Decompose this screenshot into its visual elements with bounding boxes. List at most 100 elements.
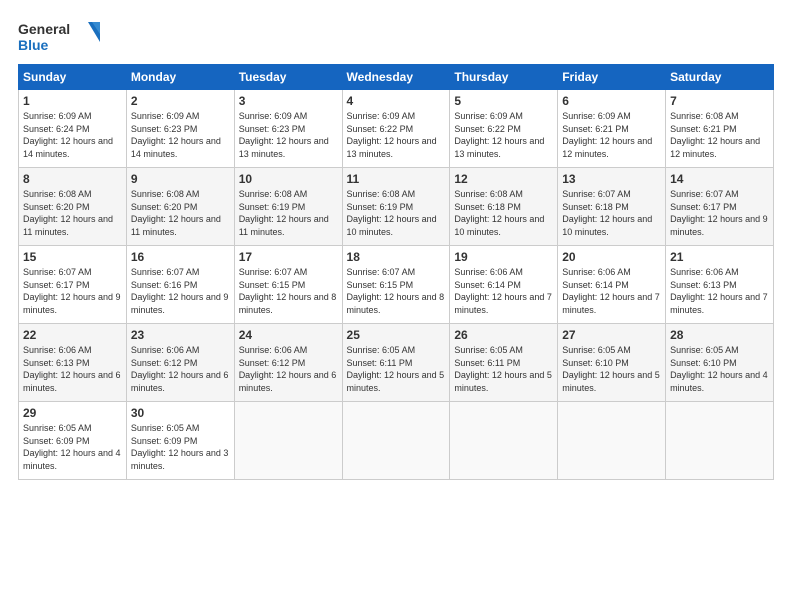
cell-day-number: 24 — [239, 328, 338, 342]
cell-info: Sunrise: 6:05 AMSunset: 6:11 PMDaylight:… — [454, 344, 553, 394]
cell-day-number: 1 — [23, 94, 122, 108]
calendar-cell: 8Sunrise: 6:08 AMSunset: 6:20 PMDaylight… — [19, 168, 127, 246]
calendar-header-sunday: Sunday — [19, 65, 127, 90]
cell-day-number: 30 — [131, 406, 230, 420]
calendar-cell: 4Sunrise: 6:09 AMSunset: 6:22 PMDaylight… — [342, 90, 450, 168]
logo-svg: General Blue — [18, 18, 108, 54]
cell-info: Sunrise: 6:08 AMSunset: 6:18 PMDaylight:… — [454, 188, 553, 238]
calendar-header-saturday: Saturday — [666, 65, 774, 90]
calendar-cell — [234, 402, 342, 480]
svg-text:General: General — [18, 21, 70, 37]
calendar-cell: 25 Sunrise: 6:05 AMSunset: 6:11 PMDayligh… — [342, 324, 450, 402]
calendar-cell: 24 Sunrise: 6:06 AMSunset: 6:12 PMDayligh… — [234, 324, 342, 402]
calendar-cell: 17 Sunrise: 6:07 AMSunset: 6:15 PMDayligh… — [234, 246, 342, 324]
cell-day-number: 13 — [562, 172, 661, 186]
cell-info: Sunrise: 6:07 AMSunset: 6:18 PMDaylight:… — [562, 188, 661, 238]
calendar-week-row: 1 Sunrise: 6:09 AMSunset: 6:24 PMDaylight… — [19, 90, 774, 168]
cell-info: Sunrise: 6:06 AMSunset: 6:14 PMDaylight:… — [562, 266, 661, 316]
cell-info: Sunrise: 6:09 AMSunset: 6:23 PMDaylight:… — [131, 110, 230, 160]
calendar-cell: 6 Sunrise: 6:09 AMSunset: 6:21 PMDaylight… — [558, 90, 666, 168]
calendar-cell: 22 Sunrise: 6:06 AMSunset: 6:13 PMDayligh… — [19, 324, 127, 402]
cell-info: Sunrise: 6:07 AMSunset: 6:15 PMDaylight:… — [347, 266, 446, 316]
cell-info: Sunrise: 6:05 AMSunset: 6:11 PMDaylight:… — [347, 344, 446, 394]
cell-day-number: 15 — [23, 250, 122, 264]
calendar-cell — [666, 402, 774, 480]
cell-day-number: 2 — [131, 94, 230, 108]
calendar-cell: 23 Sunrise: 6:06 AMSunset: 6:12 PMDayligh… — [126, 324, 234, 402]
calendar-cell: 20 Sunrise: 6:06 AMSunset: 6:14 PMDayligh… — [558, 246, 666, 324]
calendar-cell — [558, 402, 666, 480]
calendar-header-tuesday: Tuesday — [234, 65, 342, 90]
cell-info: Sunrise: 6:06 AMSunset: 6:12 PMDaylight:… — [239, 344, 338, 394]
calendar-cell: 21Sunrise: 6:06 AMSunset: 6:13 PMDayligh… — [666, 246, 774, 324]
cell-info: Sunrise: 6:08 AMSunset: 6:19 PMDaylight:… — [239, 188, 338, 238]
cell-day-number: 26 — [454, 328, 553, 342]
calendar-cell: 30Sunrise: 6:05 AMSunset: 6:09 PMDayligh… — [126, 402, 234, 480]
cell-info: Sunrise: 6:09 AMSunset: 6:21 PMDaylight:… — [562, 110, 661, 160]
cell-info: Sunrise: 6:05 AMSunset: 6:09 PMDaylight:… — [23, 422, 122, 472]
calendar-cell: 9 Sunrise: 6:08 AMSunset: 6:20 PMDaylight… — [126, 168, 234, 246]
cell-day-number: 14 — [670, 172, 769, 186]
calendar-week-row: 8Sunrise: 6:08 AMSunset: 6:20 PMDaylight… — [19, 168, 774, 246]
calendar-cell: 27 Sunrise: 6:05 AMSunset: 6:10 PMDayligh… — [558, 324, 666, 402]
cell-info: Sunrise: 6:07 AMSunset: 6:17 PMDaylight:… — [23, 266, 122, 316]
cell-info: Sunrise: 6:06 AMSunset: 6:12 PMDaylight:… — [131, 344, 230, 394]
cell-day-number: 25 — [347, 328, 446, 342]
calendar-cell: 10 Sunrise: 6:08 AMSunset: 6:19 PMDayligh… — [234, 168, 342, 246]
cell-day-number: 7 — [670, 94, 769, 108]
cell-day-number: 5 — [454, 94, 553, 108]
cell-info: Sunrise: 6:05 AMSunset: 6:10 PMDaylight:… — [670, 344, 769, 394]
cell-day-number: 29 — [23, 406, 122, 420]
cell-info: Sunrise: 6:09 AMSunset: 6:22 PMDaylight:… — [454, 110, 553, 160]
calendar-cell: 26 Sunrise: 6:05 AMSunset: 6:11 PMDayligh… — [450, 324, 558, 402]
cell-info: Sunrise: 6:07 AMSunset: 6:15 PMDaylight:… — [239, 266, 338, 316]
calendar-header-wednesday: Wednesday — [342, 65, 450, 90]
cell-info: Sunrise: 6:09 AMSunset: 6:24 PMDaylight:… — [23, 110, 122, 160]
cell-info: Sunrise: 6:05 AMSunset: 6:10 PMDaylight:… — [562, 344, 661, 394]
calendar-week-row: 15 Sunrise: 6:07 AMSunset: 6:17 PMDayligh… — [19, 246, 774, 324]
cell-day-number: 20 — [562, 250, 661, 264]
calendar-table: SundayMondayTuesdayWednesdayThursdayFrid… — [18, 64, 774, 480]
page-header: General Blue — [18, 18, 774, 54]
cell-day-number: 17 — [239, 250, 338, 264]
cell-info: Sunrise: 6:09 AMSunset: 6:22 PMDaylight:… — [347, 110, 446, 160]
cell-day-number: 18 — [347, 250, 446, 264]
calendar-cell: 18 Sunrise: 6:07 AMSunset: 6:15 PMDayligh… — [342, 246, 450, 324]
calendar-cell: 3Sunrise: 6:09 AMSunset: 6:23 PMDaylight… — [234, 90, 342, 168]
cell-info: Sunrise: 6:09 AMSunset: 6:23 PMDaylight:… — [239, 110, 338, 160]
calendar-cell: 7Sunrise: 6:08 AMSunset: 6:21 PMDaylight… — [666, 90, 774, 168]
calendar-cell: 12Sunrise: 6:08 AMSunset: 6:18 PMDayligh… — [450, 168, 558, 246]
calendar-cell: 16Sunrise: 6:07 AMSunset: 6:16 PMDayligh… — [126, 246, 234, 324]
svg-text:Blue: Blue — [18, 37, 49, 53]
cell-day-number: 6 — [562, 94, 661, 108]
calendar-header-thursday: Thursday — [450, 65, 558, 90]
cell-day-number: 27 — [562, 328, 661, 342]
calendar-header-row: SundayMondayTuesdayWednesdayThursdayFrid… — [19, 65, 774, 90]
calendar-cell: 1 Sunrise: 6:09 AMSunset: 6:24 PMDaylight… — [19, 90, 127, 168]
calendar-week-row: 22 Sunrise: 6:06 AMSunset: 6:13 PMDayligh… — [19, 324, 774, 402]
logo: General Blue — [18, 18, 108, 54]
cell-info: Sunrise: 6:08 AMSunset: 6:20 PMDaylight:… — [131, 188, 230, 238]
calendar-header-monday: Monday — [126, 65, 234, 90]
cell-day-number: 28 — [670, 328, 769, 342]
calendar-cell: 2 Sunrise: 6:09 AMSunset: 6:23 PMDaylight… — [126, 90, 234, 168]
cell-day-number: 23 — [131, 328, 230, 342]
cell-day-number: 9 — [131, 172, 230, 186]
cell-info: Sunrise: 6:08 AMSunset: 6:19 PMDaylight:… — [347, 188, 446, 238]
calendar-cell: 15 Sunrise: 6:07 AMSunset: 6:17 PMDayligh… — [19, 246, 127, 324]
cell-day-number: 10 — [239, 172, 338, 186]
cell-info: Sunrise: 6:06 AMSunset: 6:14 PMDaylight:… — [454, 266, 553, 316]
cell-day-number: 19 — [454, 250, 553, 264]
cell-day-number: 22 — [23, 328, 122, 342]
calendar-cell — [450, 402, 558, 480]
cell-day-number: 11 — [347, 172, 446, 186]
cell-info: Sunrise: 6:06 AMSunset: 6:13 PMDaylight:… — [23, 344, 122, 394]
calendar-cell: 13 Sunrise: 6:07 AMSunset: 6:18 PMDayligh… — [558, 168, 666, 246]
calendar-cell: 29 Sunrise: 6:05 AMSunset: 6:09 PMDayligh… — [19, 402, 127, 480]
cell-info: Sunrise: 6:07 AMSunset: 6:16 PMDaylight:… — [131, 266, 230, 316]
calendar-cell: 11 Sunrise: 6:08 AMSunset: 6:19 PMDayligh… — [342, 168, 450, 246]
calendar-cell — [342, 402, 450, 480]
calendar-cell: 19 Sunrise: 6:06 AMSunset: 6:14 PMDayligh… — [450, 246, 558, 324]
calendar-cell: 5 Sunrise: 6:09 AMSunset: 6:22 PMDaylight… — [450, 90, 558, 168]
calendar-header-friday: Friday — [558, 65, 666, 90]
